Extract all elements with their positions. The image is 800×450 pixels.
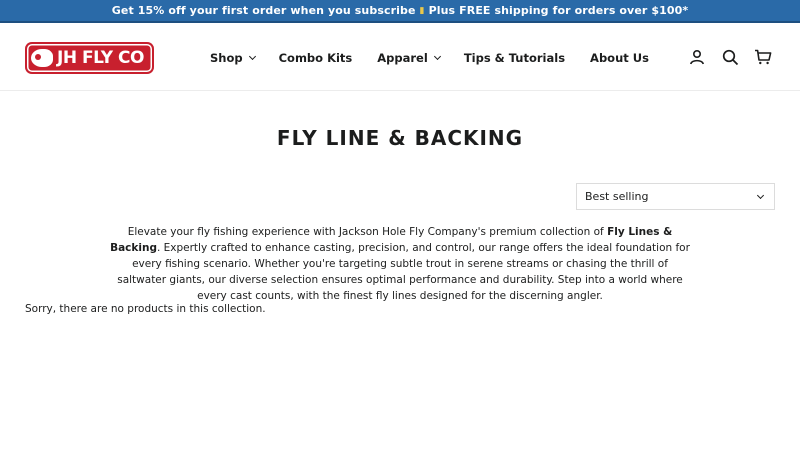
main-nav: Shop Combo Kits Apparel Tips & Tutorials…	[210, 50, 649, 66]
description-text-2: . Expertly crafted to enhance casting, p…	[117, 242, 690, 302]
account-icon[interactable]	[685, 45, 709, 69]
site-header: JH FLY CO Shop Combo Kits Apparel Tips &…	[0, 25, 800, 91]
announcement-text-2: Plus FREE shipping for orders over $100*	[428, 4, 689, 17]
collection-description: Elevate your fly fishing experience with…	[110, 224, 690, 304]
page-title: FLY LINE & BACKING	[276, 126, 524, 150]
announcement-bar[interactable]: Get 15% off your first order when you su…	[0, 0, 800, 23]
logo-text: JH FLY CO	[57, 47, 144, 68]
chevron-down-icon	[756, 191, 765, 200]
chevron-down-icon	[248, 52, 256, 61]
nav-item-label: About Us	[590, 51, 649, 65]
nav-item-apparel[interactable]: Apparel	[377, 51, 441, 65]
nav-item-label: Shop	[210, 51, 243, 65]
nav-item-shop[interactable]: Shop	[210, 51, 256, 65]
nav-item-label: Combo Kits	[278, 51, 353, 65]
nav-item-about-us[interactable]: About Us	[590, 51, 649, 65]
header-icons	[685, 45, 775, 69]
announcement-text-1: Get 15% off your first order when you su…	[111, 4, 416, 17]
nav-item-combo-kits[interactable]: Combo Kits	[279, 51, 353, 65]
search-icon[interactable]	[718, 45, 742, 69]
nav-item-label: Apparel	[377, 51, 428, 65]
cart-icon[interactable]	[751, 45, 775, 69]
announcement-tag-icon: ▮	[419, 5, 425, 16]
empty-collection-message: Sorry, there are no products in this col…	[25, 303, 266, 315]
site-logo[interactable]: JH FLY CO	[25, 42, 154, 74]
sort-selected-value: Best selling	[585, 190, 649, 203]
fish-logo-icon	[31, 49, 53, 67]
nav-item-tips-tutorials[interactable]: Tips & Tutorials	[464, 51, 565, 65]
chevron-down-icon	[433, 52, 441, 61]
sort-select[interactable]: Best selling	[576, 183, 775, 210]
nav-item-label: Tips & Tutorials	[463, 51, 566, 65]
description-text-1: Elevate your fly fishing experience with…	[127, 226, 608, 238]
